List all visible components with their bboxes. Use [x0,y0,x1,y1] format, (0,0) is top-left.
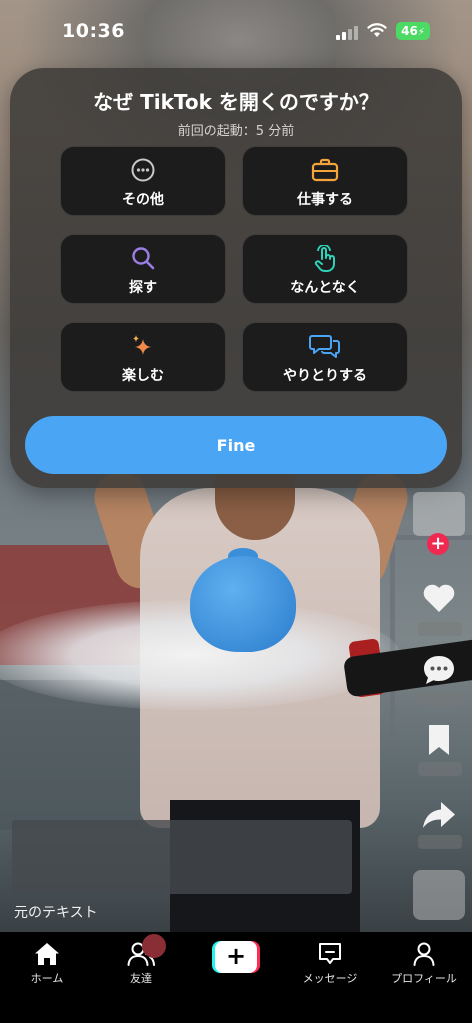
battery-level: 46 [401,24,418,38]
friends-notification-badge [142,934,166,958]
status-time: 10:36 [62,20,125,42]
more-circle-icon [131,158,155,182]
why-open-dialog: なぜ TikTok を開くのですか？ 前回の起動：5 分前 その他 仕事する 探… [10,68,462,488]
status-bar: 10:36 46⚡ [0,0,472,64]
option-label: 楽しむ [122,368,164,384]
option-label: なんとなく [290,280,360,296]
home-icon [35,943,59,965]
video-caption[interactable] [12,820,352,894]
tab-label: メッセージ [302,972,358,985]
option-chat-button[interactable]: やりとりする [242,322,408,392]
music-disc[interactable] [413,870,465,920]
tab-inbox[interactable]: メッセージ [283,940,377,990]
bookmark-icon[interactable] [419,720,459,760]
dialog-title: なぜ TikTok を開くのですか？ [93,90,379,114]
tab-label: プロフィール [391,972,457,985]
blue-balloon [190,556,296,652]
share-count [418,835,462,849]
charging-bolt-icon: ⚡ [417,27,425,38]
bookmark-count [418,762,462,776]
chat-bubbles-icon [309,335,340,358]
heart-icon[interactable] [419,578,459,618]
option-label: 探す [129,280,157,296]
tap-hand-icon [314,244,335,272]
original-text-link[interactable]: 元のテキスト [14,902,98,922]
cellular-signal-icon [336,26,358,40]
wifi-icon [367,23,387,37]
sparkles-icon [133,335,151,355]
briefcase-icon [311,158,339,182]
option-search-button[interactable]: 探す [60,234,226,304]
tab-friends[interactable]: 友達 [94,940,188,990]
option-label: やりとりする [283,368,367,384]
comment-icon[interactable] [419,650,459,690]
share-icon[interactable] [419,795,459,835]
search-icon [132,247,155,270]
tab-profile[interactable]: プロフィール [377,940,471,990]
profile-icon [413,942,435,966]
fine-button[interactable]: Fine [25,416,447,474]
option-enjoy-button[interactable]: 楽しむ [60,322,226,392]
like-count [418,622,462,636]
option-label: その他 [122,192,164,208]
follow-plus-icon[interactable]: + [427,533,449,555]
option-anyway-button[interactable]: なんとなく [242,234,408,304]
tab-home[interactable]: ホーム [0,940,94,990]
plus-icon: + [215,941,257,973]
tab-label: ホーム [30,972,64,985]
inbox-icon [319,943,341,964]
option-work-button[interactable]: 仕事する [242,146,408,216]
creator-avatar[interactable] [413,492,465,536]
tab-label: 友達 [130,972,152,985]
last-launch-text: 前回の起動：5 分前 [177,124,295,139]
option-other-button[interactable]: その他 [60,146,226,216]
battery-indicator: 46⚡ [396,22,430,40]
comment-count [418,692,462,706]
create-button[interactable]: + [212,941,260,973]
option-label: 仕事する [297,192,353,208]
